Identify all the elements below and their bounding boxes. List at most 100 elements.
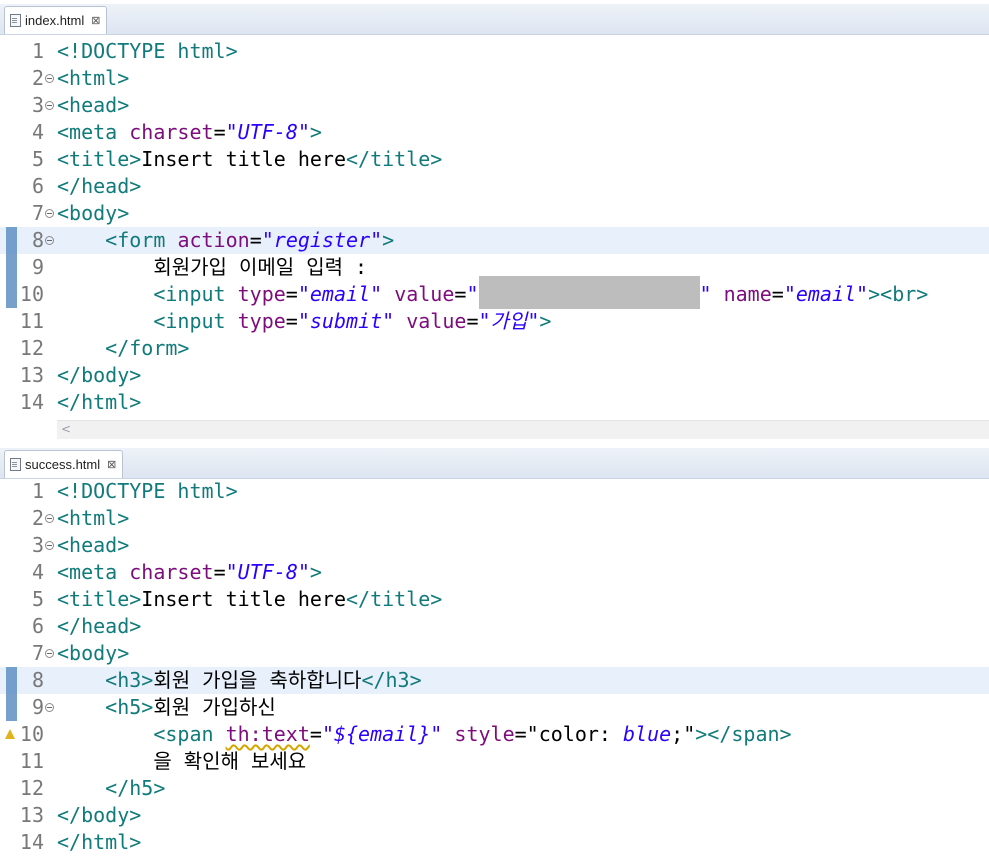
line-number: 4 [31, 560, 44, 584]
line-number: 2 [31, 506, 44, 530]
line-number: 1 [31, 39, 44, 63]
fold-toggle-icon[interactable] [45, 209, 54, 218]
code-line[interactable]: 7 <body> [0, 200, 989, 227]
code-text: <title>Insert title here</title> [57, 587, 443, 611]
code-text: <!DOCTYPE html> [57, 479, 238, 503]
line-number: 2 [31, 66, 44, 90]
code-line[interactable]: 12 </h5> [0, 775, 989, 802]
code-line[interactable]: 8 <form action="register"> [0, 227, 989, 254]
code-line[interactable]: 13 </body> [0, 802, 989, 829]
line-number: 13 [19, 363, 44, 387]
fold-toggle-icon[interactable] [45, 649, 54, 658]
code-text: 회원가입 이메일 입력 : [57, 255, 368, 279]
tab-label: index.html [25, 13, 85, 28]
fold-toggle-icon[interactable] [45, 236, 54, 245]
code-line[interactable]: 10 <input type="email" value=" " name="em… [0, 276, 989, 309]
line-number: 8 [31, 668, 44, 692]
code-text: <html> [57, 66, 130, 90]
fold-toggle-icon[interactable] [45, 541, 54, 550]
line-number: 7 [31, 201, 44, 225]
line-number: 12 [19, 776, 44, 800]
code-line[interactable]: 5 <title>Insert title here</title> [0, 146, 989, 173]
redacted-value [478, 276, 700, 309]
code-line[interactable]: 13 </body> [0, 362, 989, 389]
line-number: 5 [31, 147, 44, 171]
code-line[interactable]: 10 <span th:text="${email}" style="color… [0, 721, 989, 748]
code-text: </body> [57, 803, 142, 827]
code-text: <head> [57, 93, 130, 117]
code-text: <meta charset="UTF-8"> [57, 120, 322, 144]
code-line[interactable]: 9 <h5>회원 가입하신 [0, 694, 989, 721]
code-line[interactable]: 14 </html> [0, 389, 989, 416]
code-text: <input type="email" value=" " name="email… [57, 276, 928, 309]
fold-toggle-icon[interactable] [45, 74, 54, 83]
code-line[interactable]: 6 </head> [0, 613, 989, 640]
html-file-icon [10, 458, 21, 471]
code-text: </h5> [105, 776, 166, 800]
line-number: 9 [31, 255, 44, 279]
code-editor[interactable]: 1 <!DOCTYPE html> 2 <html> 3 <head> 4 <meta cha… [0, 478, 989, 856]
code-line[interactable]: 4 <meta charset="UTF-8"> [0, 119, 989, 146]
code-line[interactable]: 1 <!DOCTYPE html> [0, 478, 989, 505]
index-editor-pane: index.html ⊠ 1 <!DOCTYPE html> 2 <html> 3 <he… [0, 0, 989, 440]
code-text: <body> [57, 641, 130, 665]
code-line[interactable]: 3 <head> [0, 92, 989, 119]
code-line[interactable]: 3 <head> [0, 532, 989, 559]
code-line[interactable]: 7 <body> [0, 640, 989, 667]
code-text: <!DOCTYPE html> [57, 39, 238, 63]
code-line[interactable]: 11 <input type="submit" value="가입"> [0, 308, 989, 335]
fold-toggle-icon[interactable] [45, 101, 54, 110]
code-text: <meta charset="UTF-8"> [57, 560, 322, 584]
code-text: <html> [57, 506, 130, 530]
code-text: <span th:text="${email}" style="color: b… [153, 722, 792, 746]
editor-tab-strip: index.html ⊠ [0, 4, 989, 35]
line-number: 6 [31, 614, 44, 638]
close-icon[interactable]: ⊠ [91, 14, 100, 27]
code-text: <h5>회원 가입하신 [105, 695, 276, 719]
fold-toggle-icon[interactable] [45, 703, 54, 712]
code-line[interactable]: 5 <title>Insert title here</title> [0, 586, 989, 613]
line-number: 13 [19, 803, 44, 827]
line-number: 3 [31, 93, 44, 117]
code-text: </body> [57, 363, 142, 387]
code-line[interactable]: 12 </form> [0, 335, 989, 362]
code-text: <form action="register"> [105, 228, 395, 252]
line-number: 11 [19, 749, 44, 773]
html-file-icon [10, 14, 21, 27]
code-text: <body> [57, 201, 130, 225]
success-editor-pane: success.html ⊠ 1 <!DOCTYPE html> 2 <html> 3 <… [0, 440, 989, 861]
code-line[interactable]: 1 <!DOCTYPE html> [0, 38, 989, 65]
code-editor[interactable]: 1 <!DOCTYPE html> 2 <html> 3 <head> 4 <meta cha… [0, 38, 989, 416]
line-number: 12 [19, 336, 44, 360]
editor-tab-strip: success.html ⊠ [0, 448, 989, 479]
line-number: 14 [19, 830, 44, 854]
code-line[interactable]: 14 </html> [0, 829, 989, 856]
code-text: </form> [105, 336, 190, 360]
code-text: </head> [57, 614, 142, 638]
horizontal-scrollbar[interactable]: < [57, 420, 989, 439]
code-line[interactable]: 4 <meta charset="UTF-8"> [0, 559, 989, 586]
code-text: 을 확인해 보세요 [57, 749, 307, 773]
code-line[interactable]: 11 을 확인해 보세요 [0, 748, 989, 775]
line-number: 5 [31, 587, 44, 611]
line-number: 3 [31, 533, 44, 557]
fold-toggle-icon[interactable] [45, 514, 54, 523]
code-text: <head> [57, 533, 130, 557]
line-number: 11 [19, 309, 44, 333]
code-line[interactable]: 6 </head> [0, 173, 989, 200]
line-number: 14 [19, 390, 44, 414]
code-text: </head> [57, 174, 142, 198]
line-number: 10 [19, 282, 44, 306]
code-line[interactable]: 2 <html> [0, 65, 989, 92]
tab-success-html[interactable]: success.html ⊠ [4, 450, 124, 478]
code-text: </html> [57, 390, 142, 414]
line-number: 8 [31, 228, 44, 252]
tab-index-html[interactable]: index.html ⊠ [4, 6, 108, 34]
line-number: 7 [31, 641, 44, 665]
code-text: </html> [57, 830, 142, 854]
close-icon[interactable]: ⊠ [107, 458, 116, 471]
code-line[interactable]: 2 <html> [0, 505, 989, 532]
scroll-left-icon[interactable]: < [61, 422, 71, 436]
line-number: 10 [19, 722, 44, 746]
code-line[interactable]: 8 <h3>회원 가입을 축하합니다</h3> [0, 667, 989, 694]
